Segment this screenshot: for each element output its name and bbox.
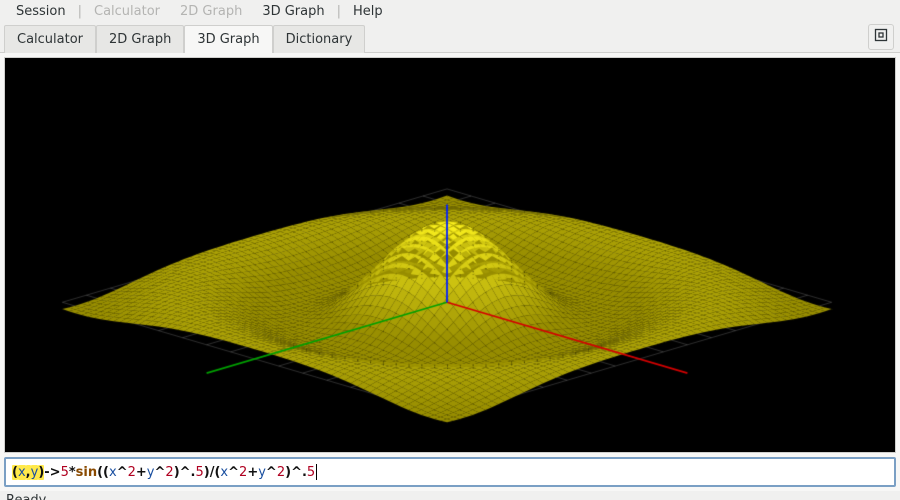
formula-input[interactable]: (x,y)->5*sin((x^2+y^2)^.5)/(x^2+y^2)^.5 (4, 457, 896, 487)
tab-dictionary[interactable]: Dictionary (273, 25, 366, 53)
menu-session[interactable]: Session (6, 0, 76, 23)
menu-sep: | (335, 4, 343, 19)
text-caret (316, 464, 317, 480)
menu-help[interactable]: Help (343, 0, 393, 23)
fullscreen-button[interactable] (868, 24, 894, 50)
status-bar: Ready (0, 491, 900, 500)
menu-calculator: Calculator (84, 0, 170, 23)
tab-2d-graph[interactable]: 2D Graph (96, 25, 184, 53)
tab-calculator[interactable]: Calculator (4, 25, 96, 53)
menu-3d-graph[interactable]: 3D Graph (252, 0, 334, 23)
menubar: Session | Calculator 2D Graph 3D Graph |… (0, 0, 900, 23)
fullscreen-restore-icon (874, 28, 888, 46)
content-pane: (x,y)->5*sin((x^2+y^2)^.5)/(x^2+y^2)^.5 (0, 53, 900, 491)
menu-sep: | (76, 4, 84, 19)
menu-2d-graph: 2D Graph (170, 0, 252, 23)
tabs: Calculator 2D Graph 3D Graph Dictionary (4, 24, 365, 52)
3d-viewport[interactable] (4, 57, 896, 453)
tab-3d-graph[interactable]: 3D Graph (184, 25, 272, 53)
app-window: Session | Calculator 2D Graph 3D Graph |… (0, 0, 900, 500)
tab-bar: Calculator 2D Graph 3D Graph Dictionary (0, 23, 900, 53)
